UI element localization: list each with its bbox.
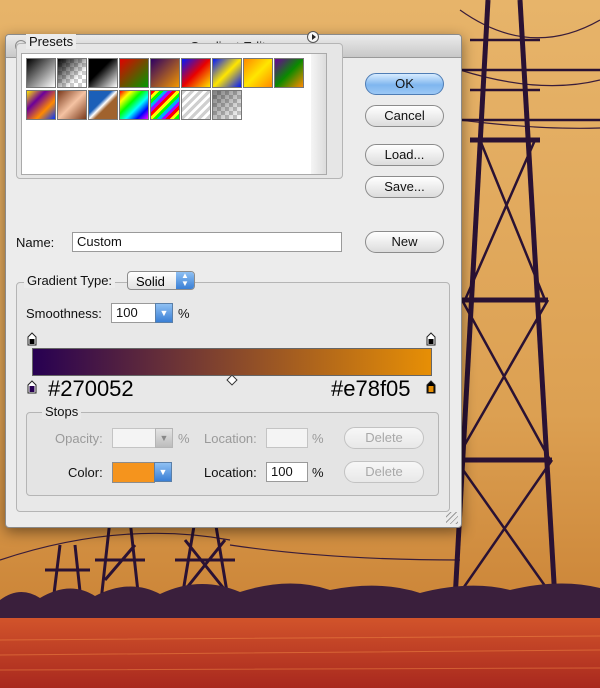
- opacity-stop-left-icon[interactable]: [27, 332, 37, 346]
- smoothness-unit: %: [178, 306, 190, 321]
- preset-swatch-violet-orange[interactable]: [150, 58, 180, 88]
- preset-swatch-black-white[interactable]: [88, 58, 118, 88]
- cancel-button[interactable]: Cancel: [365, 105, 444, 127]
- start-color-hex: #270052: [48, 376, 134, 401]
- preset-swatch-blue-yellow-blue[interactable]: [212, 58, 242, 88]
- color-stop-swatch[interactable]: [112, 462, 155, 483]
- preset-swatch-foreground-to-background[interactable]: [26, 58, 56, 88]
- smoothness-input[interactable]: 100: [111, 303, 157, 323]
- presets-label: Presets: [26, 34, 77, 49]
- preset-swatch-spectrum[interactable]: [119, 90, 149, 120]
- end-color-hex: #e78f05: [331, 376, 411, 401]
- gradient-type-popup[interactable]: Solid ▲ ▼: [127, 271, 195, 290]
- stops-group: [26, 412, 439, 496]
- opacity-stop-right-icon[interactable]: [426, 332, 436, 346]
- load-button[interactable]: Load...: [365, 144, 444, 166]
- stops-label: Stops: [42, 404, 82, 419]
- gradient-preview-bar[interactable]: [32, 348, 432, 376]
- smoothness-dropdown-icon[interactable]: ▼: [155, 303, 173, 323]
- preset-swatch-orange-yellow-orange[interactable]: [243, 58, 273, 88]
- color-label: Color:: [68, 465, 103, 480]
- gradient-type-value: Solid: [136, 274, 165, 289]
- color-location-input[interactable]: 100: [266, 462, 308, 482]
- opacity-delete-button[interactable]: Delete: [344, 427, 424, 449]
- flyout-menu-icon[interactable]: [307, 31, 319, 43]
- name-label: Name:: [16, 235, 55, 250]
- preset-swatch-red-green[interactable]: [119, 58, 149, 88]
- color-stop-right-icon[interactable]: [426, 380, 436, 394]
- color-location-label: Location:: [204, 465, 257, 480]
- save-button[interactable]: Save...: [365, 176, 444, 198]
- preset-swatch-blue-red-yellow[interactable]: [181, 58, 211, 88]
- color-stop-left-icon[interactable]: [27, 380, 37, 394]
- color-delete-button[interactable]: Delete: [344, 461, 424, 483]
- opacity-location-label: Location:: [204, 431, 257, 446]
- opacity-input[interactable]: [112, 428, 156, 448]
- new-button[interactable]: New: [365, 231, 444, 253]
- opacity-unit: %: [178, 431, 190, 446]
- preset-swatch-violet-green-orange[interactable]: [274, 58, 304, 88]
- smoothness-label: Smoothness:: [26, 306, 102, 321]
- color-location-unit: %: [312, 465, 324, 480]
- preset-swatch-yellow-violet-orange-blue[interactable]: [26, 90, 56, 120]
- gradient-type-label: Gradient Type:: [24, 273, 116, 288]
- name-input[interactable]: Custom: [72, 232, 342, 252]
- presets-scrollbar[interactable]: [311, 53, 327, 175]
- presets-list[interactable]: [21, 53, 313, 175]
- ok-button[interactable]: OK: [365, 73, 444, 95]
- preset-swatch-chrome[interactable]: [88, 90, 118, 120]
- opacity-location-unit: %: [312, 431, 324, 446]
- opacity-location-input[interactable]: [266, 428, 308, 448]
- preset-swatch-transparent-rainbow[interactable]: [150, 90, 180, 120]
- resize-grip-icon[interactable]: [446, 512, 458, 524]
- preset-swatch-transparent-stripes[interactable]: [181, 90, 211, 120]
- preset-swatch-foreground-to-transparent[interactable]: [57, 58, 87, 88]
- popup-arrows-icon: ▲ ▼: [176, 272, 194, 289]
- color-dropdown-icon[interactable]: ▼: [154, 462, 172, 482]
- preset-swatch-copper[interactable]: [57, 90, 87, 120]
- opacity-label: Opacity:: [55, 431, 103, 446]
- opacity-dropdown-icon[interactable]: ▼: [155, 428, 173, 448]
- preset-swatch-neutral-density[interactable]: [212, 90, 242, 120]
